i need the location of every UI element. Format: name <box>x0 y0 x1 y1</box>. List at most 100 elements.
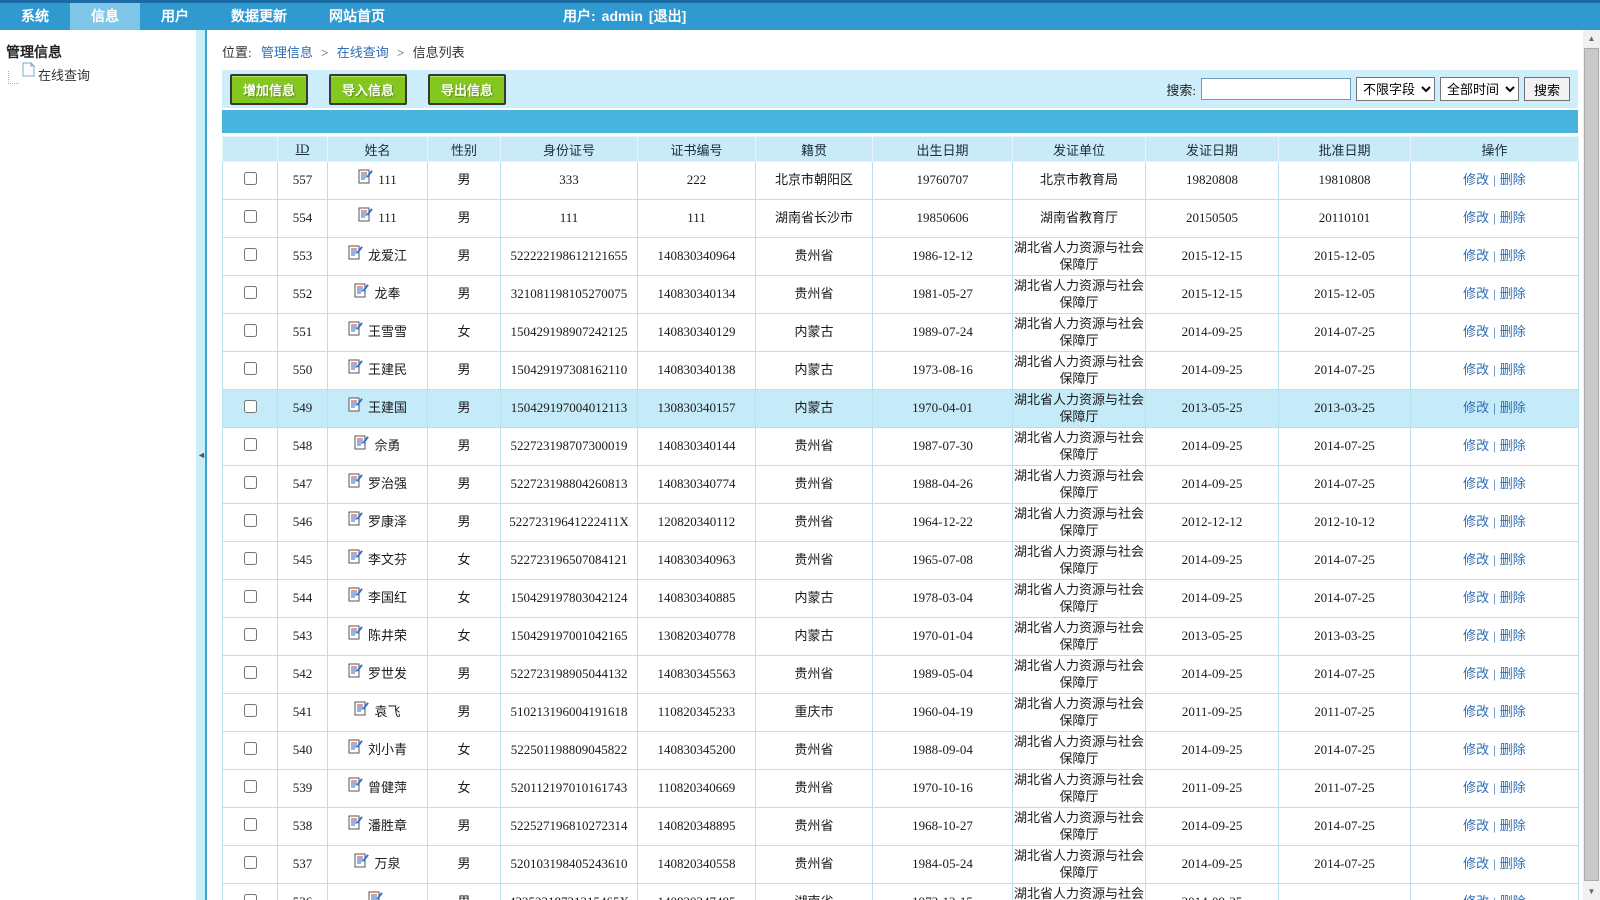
row-checkbox[interactable] <box>244 856 257 869</box>
edit-link[interactable]: 修改 <box>1463 704 1489 719</box>
logout-link[interactable]: [退出] <box>649 8 686 24</box>
row-checkbox[interactable] <box>244 438 257 451</box>
delete-link[interactable]: 删除 <box>1500 894 1526 900</box>
edit-link[interactable]: 修改 <box>1463 172 1489 187</box>
delete-link[interactable]: 删除 <box>1500 400 1526 415</box>
sidebar-item-online-query[interactable]: 在线查询 <box>8 64 188 84</box>
edit-document-icon[interactable] <box>348 624 363 645</box>
row-checkbox[interactable] <box>244 400 257 413</box>
delete-link[interactable]: 删除 <box>1500 476 1526 491</box>
edit-link[interactable]: 修改 <box>1463 666 1489 681</box>
row-checkbox[interactable] <box>244 818 257 831</box>
edit-document-icon[interactable] <box>358 168 373 189</box>
toolbar-button-0[interactable]: 增加信息 <box>230 74 308 105</box>
col-header-0[interactable]: ID <box>278 137 328 162</box>
breadcrumb-link-online-query[interactable]: 在线查询 <box>337 45 389 60</box>
edit-document-icon[interactable] <box>354 852 369 873</box>
row-checkbox[interactable] <box>244 248 257 261</box>
edit-link[interactable]: 修改 <box>1463 780 1489 795</box>
edit-document-icon[interactable] <box>368 890 383 900</box>
edit-link[interactable]: 修改 <box>1463 514 1489 529</box>
edit-link[interactable]: 修改 <box>1463 818 1489 833</box>
edit-document-icon[interactable] <box>348 548 363 569</box>
row-checkbox[interactable] <box>244 476 257 489</box>
delete-link[interactable]: 删除 <box>1500 590 1526 605</box>
vertical-scrollbar[interactable]: ▲ ▼ <box>1583 30 1600 900</box>
edit-link[interactable]: 修改 <box>1463 476 1489 491</box>
nav-tab-0[interactable]: 系统 <box>0 3 70 30</box>
field-select[interactable]: 不限字段 <box>1356 77 1435 101</box>
toolbar-button-1[interactable]: 导入信息 <box>329 74 407 105</box>
delete-link[interactable]: 删除 <box>1500 438 1526 453</box>
row-checkbox[interactable] <box>244 780 257 793</box>
edit-link[interactable]: 修改 <box>1463 324 1489 339</box>
delete-link[interactable]: 删除 <box>1500 210 1526 225</box>
delete-link[interactable]: 删除 <box>1500 780 1526 795</box>
breadcrumb-link-manage-info[interactable]: 管理信息 <box>261 45 313 60</box>
edit-link[interactable]: 修改 <box>1463 286 1489 301</box>
time-select[interactable]: 全部时间 <box>1440 77 1519 101</box>
delete-link[interactable]: 删除 <box>1500 666 1526 681</box>
search-button[interactable]: 搜索 <box>1524 77 1570 101</box>
edit-document-icon[interactable] <box>348 814 363 835</box>
delete-link[interactable]: 删除 <box>1500 514 1526 529</box>
collapse-sidebar-arrow-icon[interactable]: ◄ <box>197 450 206 460</box>
edit-link[interactable]: 修改 <box>1463 590 1489 605</box>
row-checkbox[interactable] <box>244 324 257 337</box>
edit-link[interactable]: 修改 <box>1463 438 1489 453</box>
edit-document-icon[interactable] <box>348 738 363 759</box>
delete-link[interactable]: 删除 <box>1500 286 1526 301</box>
row-checkbox[interactable] <box>244 286 257 299</box>
delete-link[interactable]: 删除 <box>1500 628 1526 643</box>
toolbar-button-2[interactable]: 导出信息 <box>428 74 506 105</box>
edit-link[interactable]: 修改 <box>1463 552 1489 567</box>
edit-document-icon[interactable] <box>348 776 363 797</box>
scroll-down-arrow-icon[interactable]: ▼ <box>1583 883 1600 900</box>
edit-document-icon[interactable] <box>354 700 369 721</box>
row-checkbox[interactable] <box>244 172 257 185</box>
row-checkbox[interactable] <box>244 628 257 641</box>
delete-link[interactable]: 删除 <box>1500 324 1526 339</box>
nav-tab-2[interactable]: 用户 <box>140 3 210 30</box>
scroll-up-arrow-icon[interactable]: ▲ <box>1583 30 1600 47</box>
edit-link[interactable]: 修改 <box>1463 628 1489 643</box>
edit-document-icon[interactable] <box>358 206 373 227</box>
delete-link[interactable]: 删除 <box>1500 362 1526 377</box>
row-checkbox[interactable] <box>244 742 257 755</box>
nav-tab-4[interactable]: 网站首页 <box>308 3 406 30</box>
row-checkbox[interactable] <box>244 362 257 375</box>
edit-document-icon[interactable] <box>354 434 369 455</box>
delete-link[interactable]: 删除 <box>1500 704 1526 719</box>
edit-document-icon[interactable] <box>348 396 363 417</box>
search-input[interactable] <box>1201 78 1351 100</box>
delete-link[interactable]: 删除 <box>1500 818 1526 833</box>
edit-link[interactable]: 修改 <box>1463 400 1489 415</box>
nav-tab-1[interactable]: 信息 <box>70 3 140 30</box>
edit-link[interactable]: 修改 <box>1463 742 1489 757</box>
edit-document-icon[interactable] <box>348 472 363 493</box>
row-checkbox[interactable] <box>244 210 257 223</box>
row-checkbox[interactable] <box>244 666 257 679</box>
row-checkbox[interactable] <box>244 514 257 527</box>
edit-link[interactable]: 修改 <box>1463 248 1489 263</box>
edit-document-icon[interactable] <box>348 510 363 531</box>
edit-document-icon[interactable] <box>348 662 363 683</box>
delete-link[interactable]: 删除 <box>1500 856 1526 871</box>
edit-document-icon[interactable] <box>348 586 363 607</box>
edit-link[interactable]: 修改 <box>1463 856 1489 871</box>
scrollbar-thumb[interactable] <box>1584 48 1599 881</box>
delete-link[interactable]: 删除 <box>1500 248 1526 263</box>
edit-document-icon[interactable] <box>354 282 369 303</box>
edit-document-icon[interactable] <box>348 358 363 379</box>
row-checkbox[interactable] <box>244 704 257 717</box>
edit-link[interactable]: 修改 <box>1463 894 1489 900</box>
edit-document-icon[interactable] <box>348 244 363 265</box>
edit-document-icon[interactable] <box>348 320 363 341</box>
edit-link[interactable]: 修改 <box>1463 210 1489 225</box>
row-checkbox[interactable] <box>244 552 257 565</box>
edit-link[interactable]: 修改 <box>1463 362 1489 377</box>
delete-link[interactable]: 删除 <box>1500 172 1526 187</box>
nav-tab-3[interactable]: 数据更新 <box>210 3 308 30</box>
delete-link[interactable]: 删除 <box>1500 742 1526 757</box>
row-checkbox[interactable] <box>244 894 257 900</box>
